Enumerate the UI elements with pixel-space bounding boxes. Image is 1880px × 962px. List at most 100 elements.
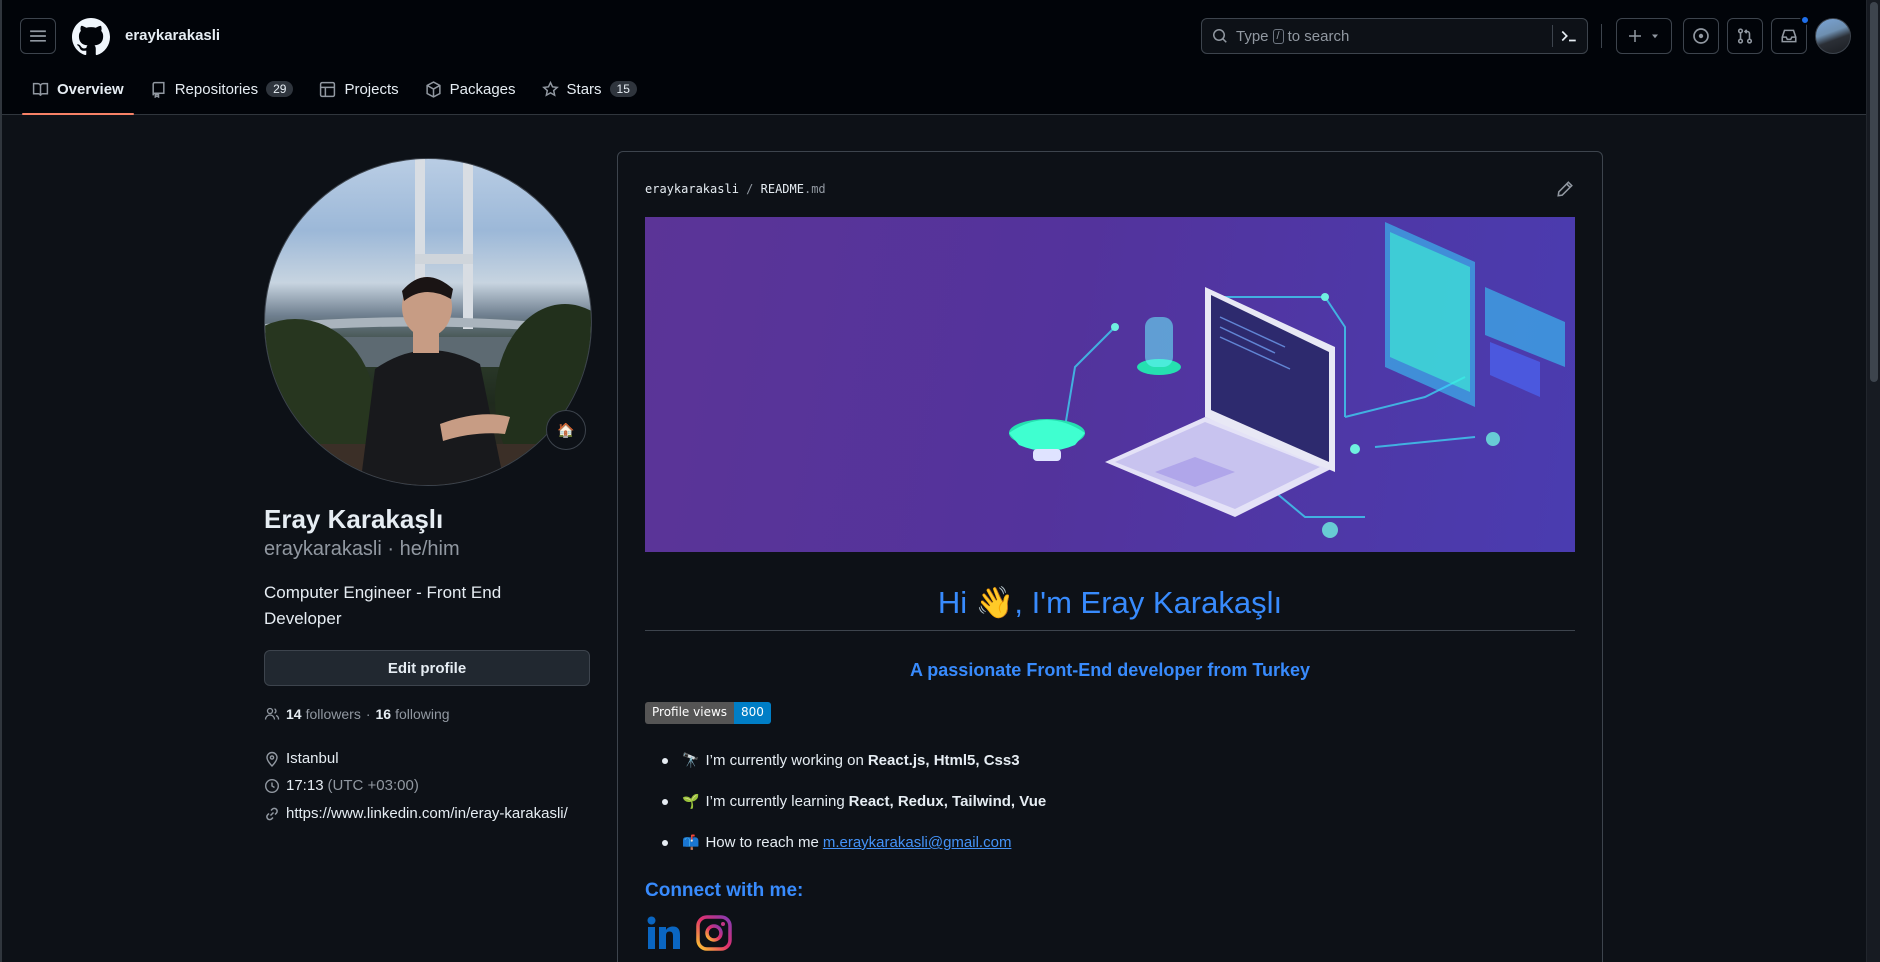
create-new-button[interactable]	[1616, 18, 1672, 54]
linkedin-url: https://www.linkedin.com/in/eray-karakas…	[286, 805, 568, 822]
tab-projects[interactable]: Projects	[307, 72, 410, 106]
banner-illustration	[1009, 222, 1565, 538]
triangle-down-icon	[1652, 34, 1658, 39]
git-pull-request-icon	[1737, 28, 1753, 44]
hamburger-menu-button[interactable]	[20, 18, 56, 54]
list-item: 🌱 I’m currently learning React, Redux, T…	[658, 781, 1046, 822]
bullet-text: How to reach me	[705, 834, 819, 851]
follow-stats: 14 followers · 16 following	[264, 706, 450, 722]
readme-path-user[interactable]: eraykarakasli	[645, 182, 739, 196]
profile-views-badge: Profile views 800	[645, 702, 771, 724]
profile-avatar[interactable]	[264, 158, 592, 486]
readme-path: eraykarakasli / README.md	[645, 182, 826, 196]
command-palette-icon[interactable]	[1559, 27, 1579, 45]
search-divider	[1552, 25, 1553, 47]
following-label: following	[395, 706, 450, 722]
inbox-icon	[1781, 29, 1797, 43]
window-edge	[0, 0, 2, 962]
bullet-bold: React, Redux, Tailwind, Vue	[848, 793, 1047, 810]
tab-overview[interactable]: Overview	[20, 72, 136, 115]
clock-icon	[264, 778, 280, 793]
timezone-text: (UTC +03:00)	[327, 777, 419, 794]
profile-location: Istanbul	[264, 750, 339, 767]
profile-handle: eraykarakasli · he/him	[264, 538, 460, 560]
tab-label: Packages	[449, 80, 516, 98]
readme-path-extension: .md	[803, 182, 826, 196]
profile-photo	[265, 159, 591, 485]
profile-tabs: Overview Repositories 29 Projects Packag…	[20, 72, 651, 115]
email-link[interactable]: m.eraykarakasli@gmail.com	[823, 834, 1012, 851]
tab-packages[interactable]: Packages	[413, 72, 528, 106]
connect-heading: Connect with me:	[645, 880, 804, 901]
tab-repositories[interactable]: Repositories 29	[138, 72, 306, 106]
people-icon	[264, 707, 280, 720]
telescope-icon: 🔭	[682, 752, 700, 768]
user-avatar-menu[interactable]	[1815, 18, 1851, 54]
tab-label: Overview	[57, 80, 124, 98]
search-input[interactable]: Type / to search	[1201, 18, 1588, 54]
search-placeholder-suffix: to search	[1287, 27, 1350, 45]
linkedin-icon[interactable]	[645, 914, 683, 952]
readme-subtitle: A passionate Front-End developer from Tu…	[909, 660, 1311, 680]
pencil-icon[interactable]	[1556, 180, 1574, 198]
readme-heading: Hi 👋, I'm Eray Karakaşlı	[937, 585, 1283, 620]
scrollbar-thumb[interactable]	[1870, 2, 1878, 382]
bullet-text: I’m currently learning	[705, 793, 845, 810]
page-scrollbar[interactable]	[1866, 0, 1880, 962]
profile-social-link[interactable]: https://www.linkedin.com/in/eray-karakas…	[264, 805, 568, 822]
hamburger-icon	[30, 30, 46, 42]
search-placeholder-prefix: Type	[1236, 27, 1269, 45]
issue-circle-icon	[1693, 28, 1709, 44]
followers-count: 14	[286, 706, 302, 722]
tab-label: Stars	[566, 80, 602, 98]
bullet-text: I’m currently working on	[705, 752, 864, 769]
package-icon	[426, 80, 441, 98]
plus-icon	[1629, 30, 1641, 42]
book-icon	[32, 82, 49, 96]
badge-value: 800	[734, 702, 771, 724]
status-emoji-button[interactable]: 🏠	[546, 410, 586, 450]
pull-requests-button[interactable]	[1727, 18, 1763, 54]
star-icon	[541, 80, 559, 97]
github-logo-icon[interactable]	[72, 18, 110, 56]
local-time-text: 17:13	[286, 777, 324, 794]
table-icon	[320, 81, 336, 97]
context-username[interactable]: eraykarakasli	[125, 27, 220, 44]
profile-bio: Computer Engineer - Front End Developer	[264, 583, 502, 628]
followers-label: followers	[305, 706, 361, 722]
bullet-bold: React.js, Html5, Css3	[867, 752, 1020, 769]
tab-label: Projects	[344, 80, 399, 98]
profile-full-name: Eray Karakaşlı	[264, 504, 444, 534]
following-link[interactable]: 16 following	[376, 706, 450, 722]
follow-separator: ·	[365, 706, 371, 722]
profile-readme-card: eraykarakasli / README.md Hi 👋, I'm Eray…	[617, 151, 1603, 962]
tab-label: Repositories	[174, 80, 259, 98]
issues-button[interactable]	[1683, 18, 1719, 54]
location-icon	[266, 751, 278, 767]
following-count: 16	[375, 706, 392, 722]
notification-indicator	[1800, 15, 1810, 25]
header-divider	[1601, 24, 1602, 48]
readme-path-separator: /	[746, 182, 754, 196]
heading-divider	[645, 630, 1575, 631]
readme-path-file: README	[760, 182, 804, 196]
edit-profile-button[interactable]: Edit profile	[264, 650, 590, 686]
stars-count-badge: 15	[609, 81, 637, 97]
instagram-icon[interactable]	[695, 914, 733, 952]
readme-bullet-list: 🔭 I’m currently working on React.js, Htm…	[658, 740, 1046, 863]
profile-local-time: 17:13 (UTC +03:00)	[264, 777, 419, 794]
readme-banner-image	[645, 217, 1575, 552]
link-icon	[266, 807, 278, 820]
inbox-button[interactable]	[1771, 15, 1810, 54]
search-icon	[1213, 29, 1227, 43]
list-item: 🔭 I’m currently working on React.js, Htm…	[658, 740, 1046, 781]
search-shortcut-key: /	[1272, 28, 1284, 44]
tab-stars[interactable]: Stars 15	[530, 72, 649, 106]
seedling-icon: 🌱	[682, 793, 700, 809]
repositories-count-badge: 29	[266, 81, 294, 97]
mailbox-icon: 📫	[682, 834, 700, 850]
followers-link[interactable]: 14 followers	[286, 706, 361, 722]
repo-icon	[152, 81, 165, 98]
global-header: eraykarakasli Type / to search Overview …	[2, 0, 1866, 115]
location-text: Istanbul	[286, 750, 339, 767]
